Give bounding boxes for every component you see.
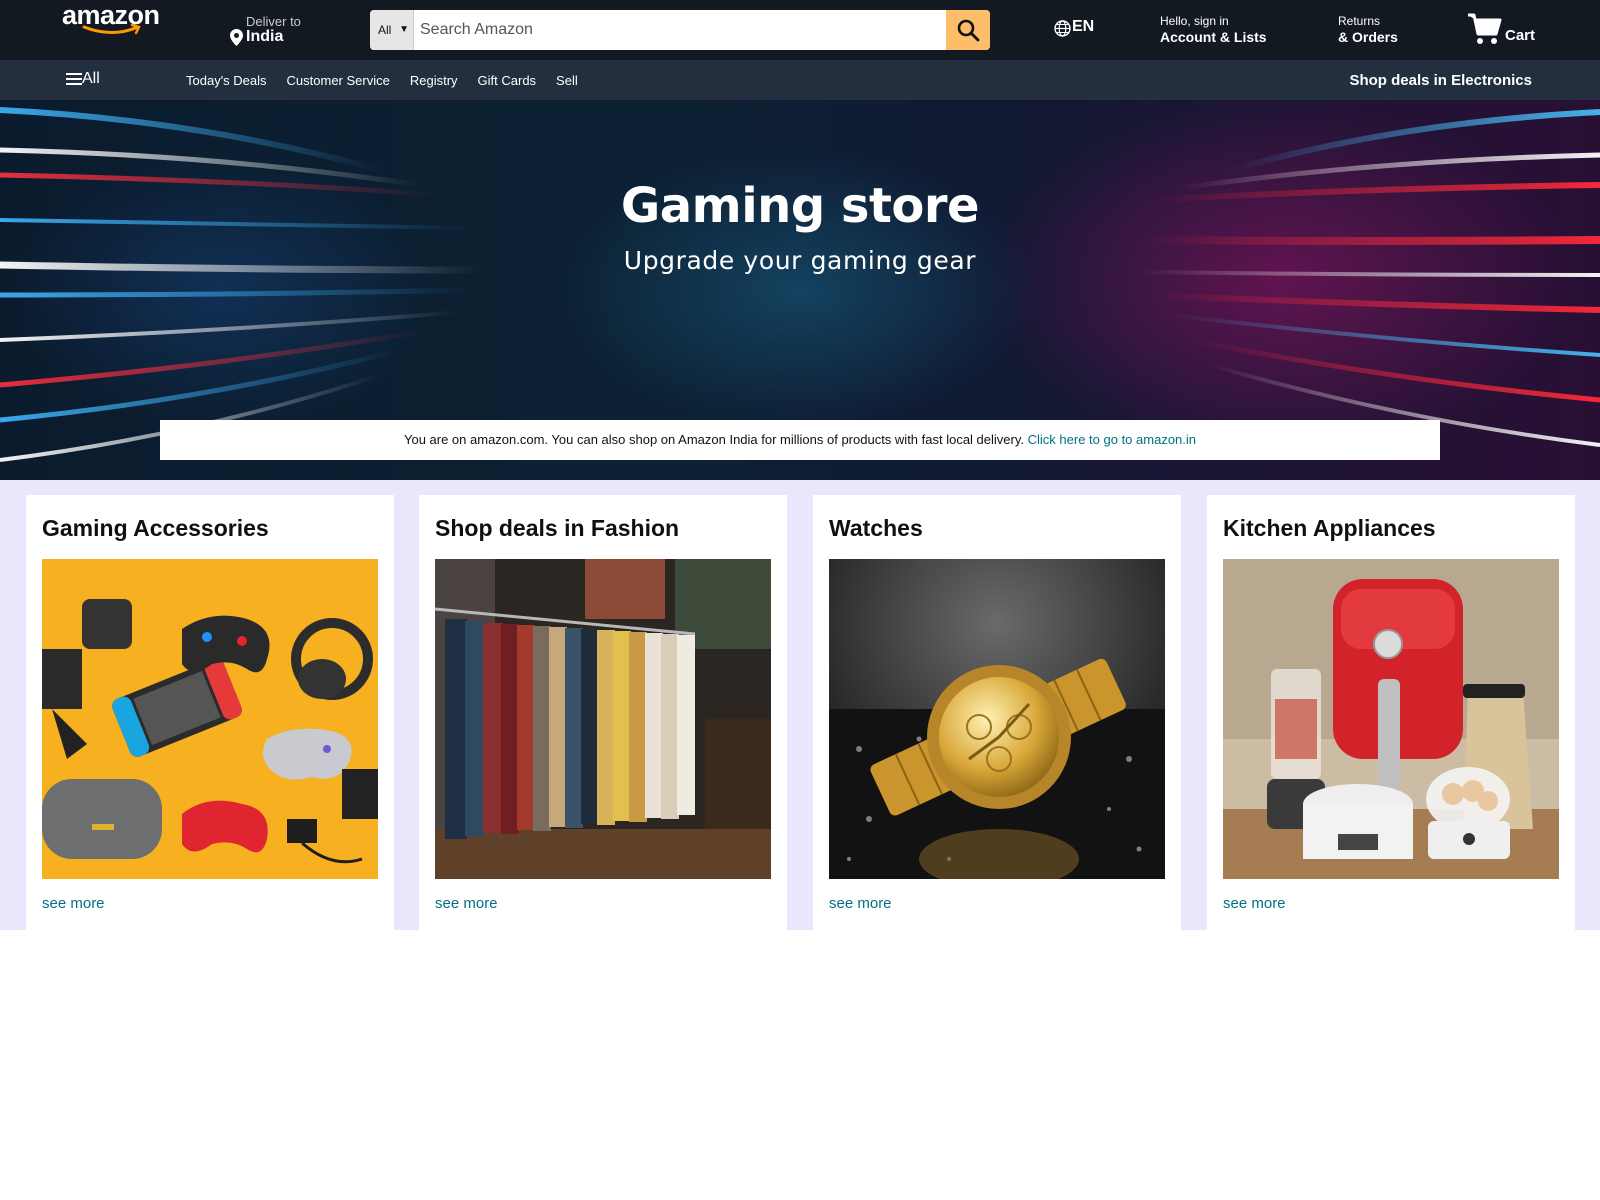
- card-image[interactable]: [829, 559, 1165, 879]
- card-title: Shop deals in Fashion: [435, 515, 680, 541]
- search-icon: [957, 19, 980, 42]
- account-label: Account & Lists: [1160, 29, 1267, 45]
- locale-notice: You are on amazon.com. You can also shop…: [160, 420, 1440, 460]
- logo-smile-icon: [82, 24, 141, 35]
- card-fashion: Shop deals in Fashion see more: [419, 495, 787, 930]
- card-watches: Watches see more: [813, 495, 1181, 930]
- search-bar: All ▼: [370, 10, 990, 50]
- all-menu-label: All: [82, 70, 100, 87]
- deliver-location: India: [246, 28, 284, 45]
- card-see-more-link[interactable]: see more: [829, 895, 892, 912]
- cart-icon: [1468, 13, 1502, 44]
- card-gaming-accessories: Gaming Accessories see more: [26, 495, 394, 930]
- subnav-promo-link[interactable]: Shop deals in Electronics: [1349, 72, 1532, 89]
- hamburger-icon: [66, 72, 82, 85]
- cart-button[interactable]: Cart: [1467, 12, 1547, 48]
- search-button[interactable]: [946, 10, 990, 50]
- subnav-links: Today's Deals Customer Service Registry …: [186, 73, 578, 88]
- deliver-label: Deliver to: [246, 14, 301, 29]
- cart-label: Cart: [1505, 27, 1536, 44]
- amazon-logo[interactable]: amazon: [62, 0, 172, 40]
- gold-watch-image: [829, 559, 1165, 879]
- nav-link-sell[interactable]: Sell: [556, 73, 578, 88]
- card-image[interactable]: [1223, 559, 1559, 879]
- account-greeting: Hello, sign in: [1160, 14, 1229, 28]
- globe-icon: [1054, 20, 1071, 37]
- hero-subtitle: Upgrade your gaming gear: [623, 246, 977, 275]
- nav-link-gift-cards[interactable]: Gift Cards: [478, 73, 537, 88]
- all-menu-button[interactable]: All: [66, 70, 100, 88]
- language-label: EN: [1072, 18, 1095, 35]
- notice-link[interactable]: Click here to go to amazon.in: [1028, 432, 1196, 447]
- location-pin-icon: [230, 29, 243, 46]
- returns-orders[interactable]: Returns & Orders: [1338, 14, 1398, 45]
- card-image[interactable]: [435, 559, 771, 879]
- account-lists[interactable]: Hello, sign in Account & Lists: [1160, 14, 1267, 45]
- search-category-label: All: [378, 23, 392, 37]
- nav-link-customer-service[interactable]: Customer Service: [287, 73, 390, 88]
- hero-title: Gaming store: [620, 178, 980, 234]
- kitchen-appliances-image: [1223, 559, 1559, 879]
- returns-label: Returns: [1338, 14, 1381, 28]
- fashion-clothes-rack-image: [435, 559, 771, 879]
- card-image[interactable]: [42, 559, 378, 879]
- nav-link-todays-deals[interactable]: Today's Deals: [186, 73, 267, 88]
- nav-link-registry[interactable]: Registry: [410, 73, 458, 88]
- sub-navbar: All Today's Deals Customer Service Regis…: [0, 60, 1600, 100]
- search-category-select[interactable]: All ▼: [370, 10, 414, 50]
- search-input[interactable]: [414, 10, 944, 50]
- card-title: Watches: [829, 515, 923, 541]
- card-see-more-link[interactable]: see more: [42, 895, 105, 912]
- card-title: Gaming Accessories: [42, 515, 269, 541]
- top-navbar: amazon Deliver to India All ▼ Search Ama…: [0, 0, 1600, 60]
- card-see-more-link[interactable]: see more: [435, 895, 498, 912]
- card-kitchen-appliances: Kitchen Appliances see more: [1207, 495, 1575, 930]
- orders-label: & Orders: [1338, 29, 1398, 45]
- card-title: Kitchen Appliances: [1223, 515, 1436, 541]
- card-see-more-link[interactable]: see more: [1223, 895, 1286, 912]
- gaming-accessories-image: [42, 559, 378, 879]
- notice-text: You are on amazon.com. You can also shop…: [403, 432, 1025, 447]
- chevron-down-icon: ▼: [399, 24, 409, 35]
